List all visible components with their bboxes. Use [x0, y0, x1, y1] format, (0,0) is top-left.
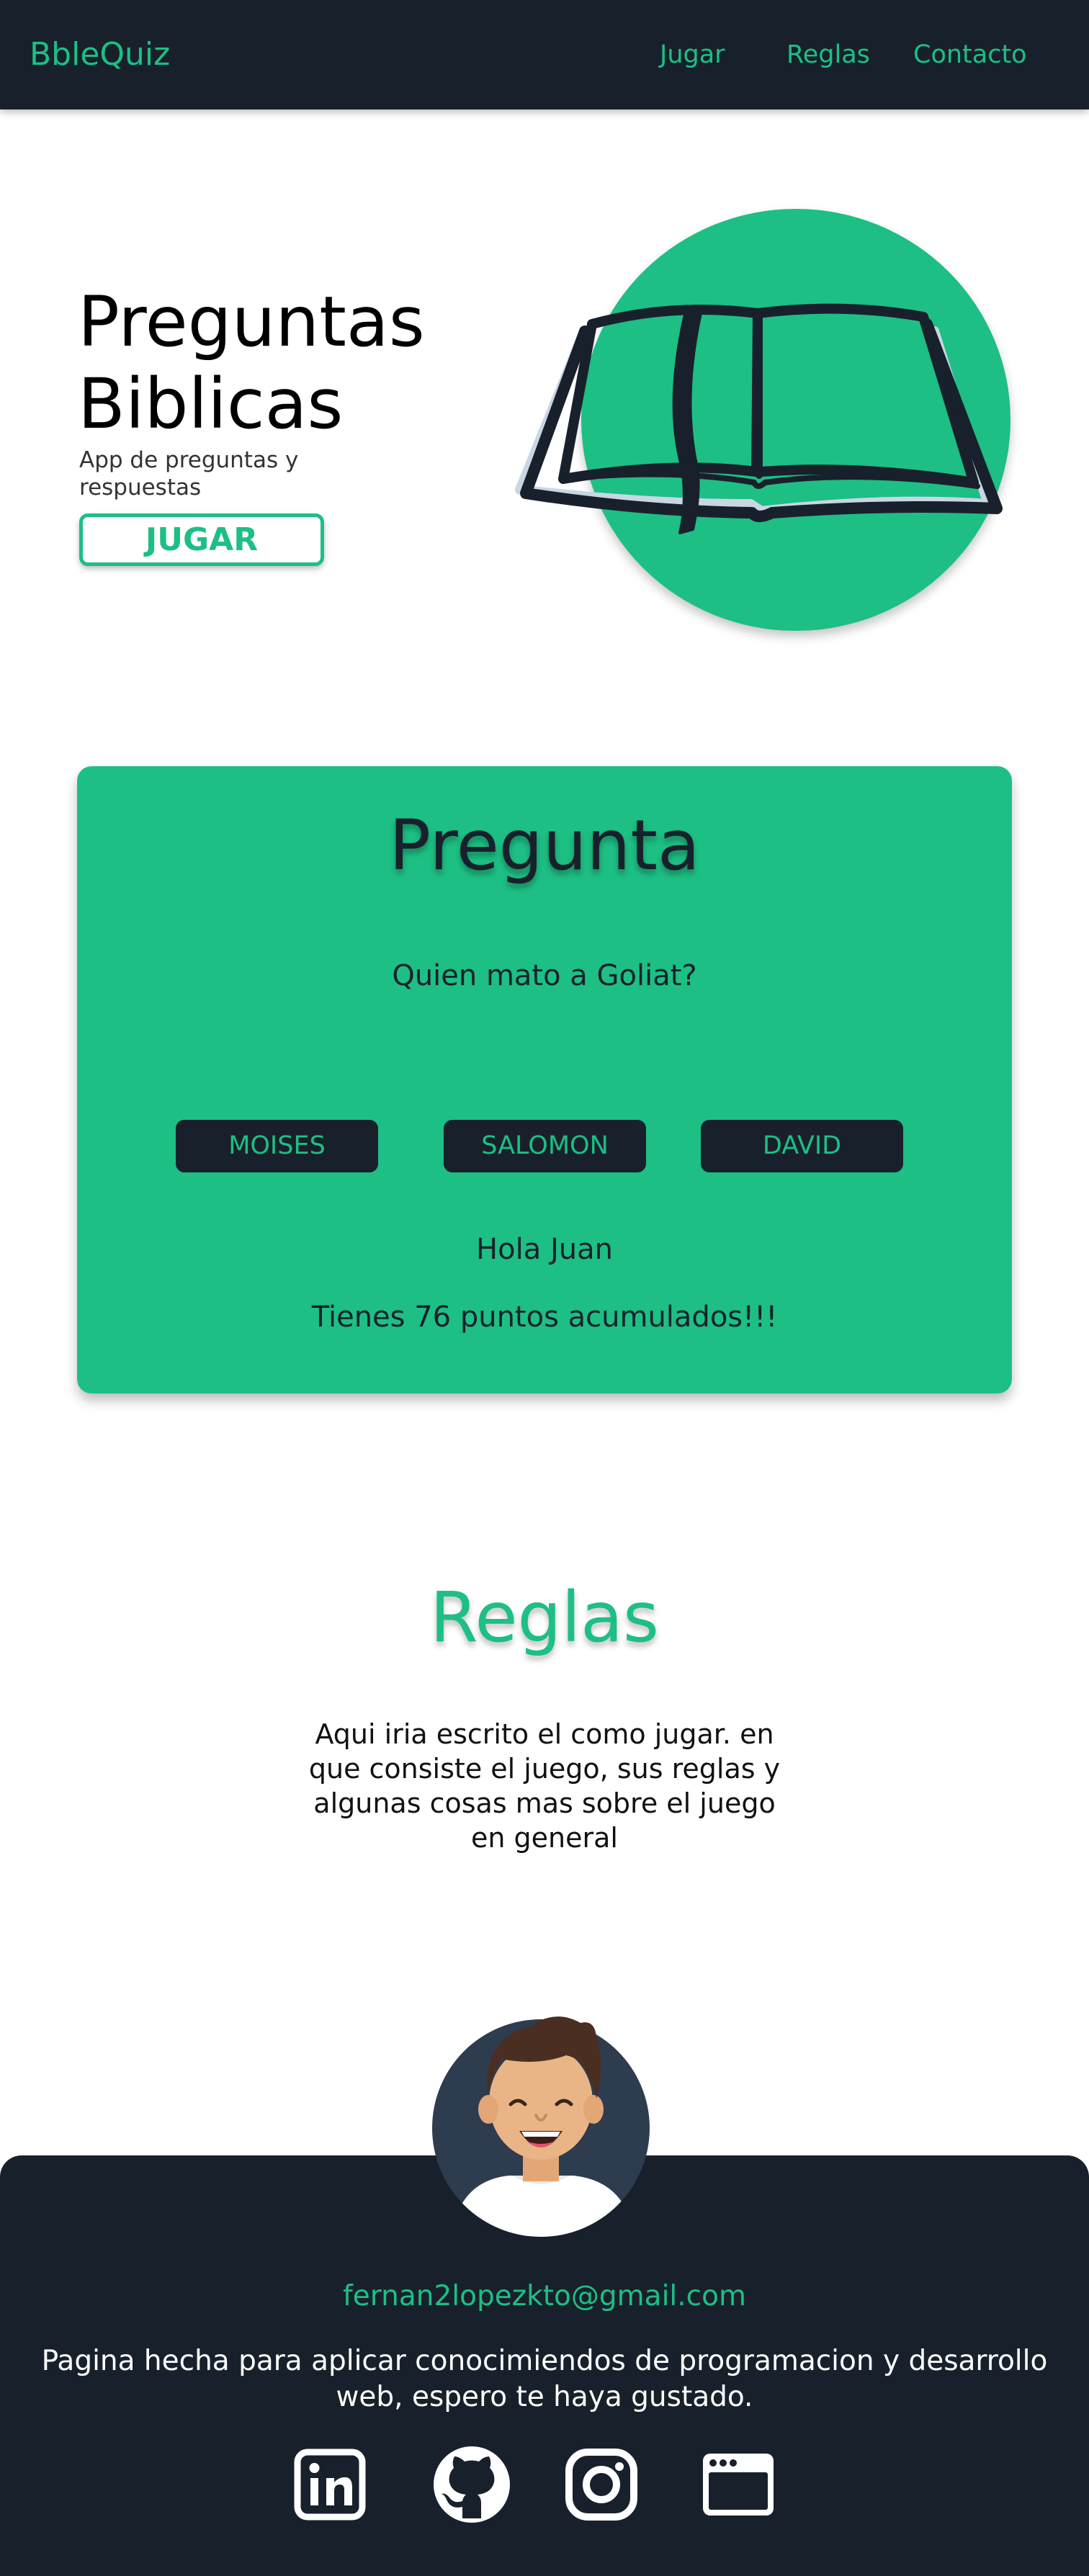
hero-subtitle: App de preguntas y respuestas: [79, 447, 299, 501]
github-icon[interactable]: [432, 2445, 511, 2524]
rules-title: Reglas: [430, 1577, 659, 1658]
hero-title-line1: Preguntas: [78, 282, 425, 362]
nav-link-reglas[interactable]: Reglas: [786, 40, 870, 69]
brand-logo[interactable]: BbleQuiz: [30, 36, 170, 73]
navbar: BbleQuiz Jugar Reglas Contacto: [0, 0, 1089, 109]
rules-text: Aqui iria escrito el como jugar. en que …: [308, 1718, 781, 1854]
quiz-question: Quien mato a Goliat?: [392, 959, 697, 992]
contact-email[interactable]: fernan2lopezkto@gmail.com: [0, 2280, 1089, 2312]
answer-button-moises[interactable]: MOISES: [176, 1120, 378, 1172]
open-bible-icon: [515, 303, 1003, 534]
hero-title-line2: Biblicas: [78, 364, 344, 444]
person-avatar-icon: [432, 2016, 650, 2237]
answer-button-david[interactable]: DAVID: [701, 1120, 903, 1172]
instagram-icon[interactable]: [562, 2445, 641, 2524]
play-button[interactable]: JUGAR: [79, 513, 324, 566]
hero-title: Preguntas Biblicas: [78, 281, 425, 445]
quiz-score: Tienes 76 puntos acumulados!!!: [311, 1301, 778, 1334]
nav-link-contacto[interactable]: Contacto: [913, 40, 1027, 69]
answer-button-salomon[interactable]: SALOMON: [444, 1120, 646, 1172]
nav-link-jugar[interactable]: Jugar: [660, 40, 725, 69]
quiz-greeting: Hola Juan: [476, 1233, 613, 1266]
linkedin-icon[interactable]: [290, 2445, 369, 2524]
quiz-title: Pregunta: [389, 805, 700, 886]
footer-credits: Pagina hecha para aplicar conocimiendos …: [41, 2345, 1048, 2413]
browser-window-icon[interactable]: [699, 2445, 778, 2524]
